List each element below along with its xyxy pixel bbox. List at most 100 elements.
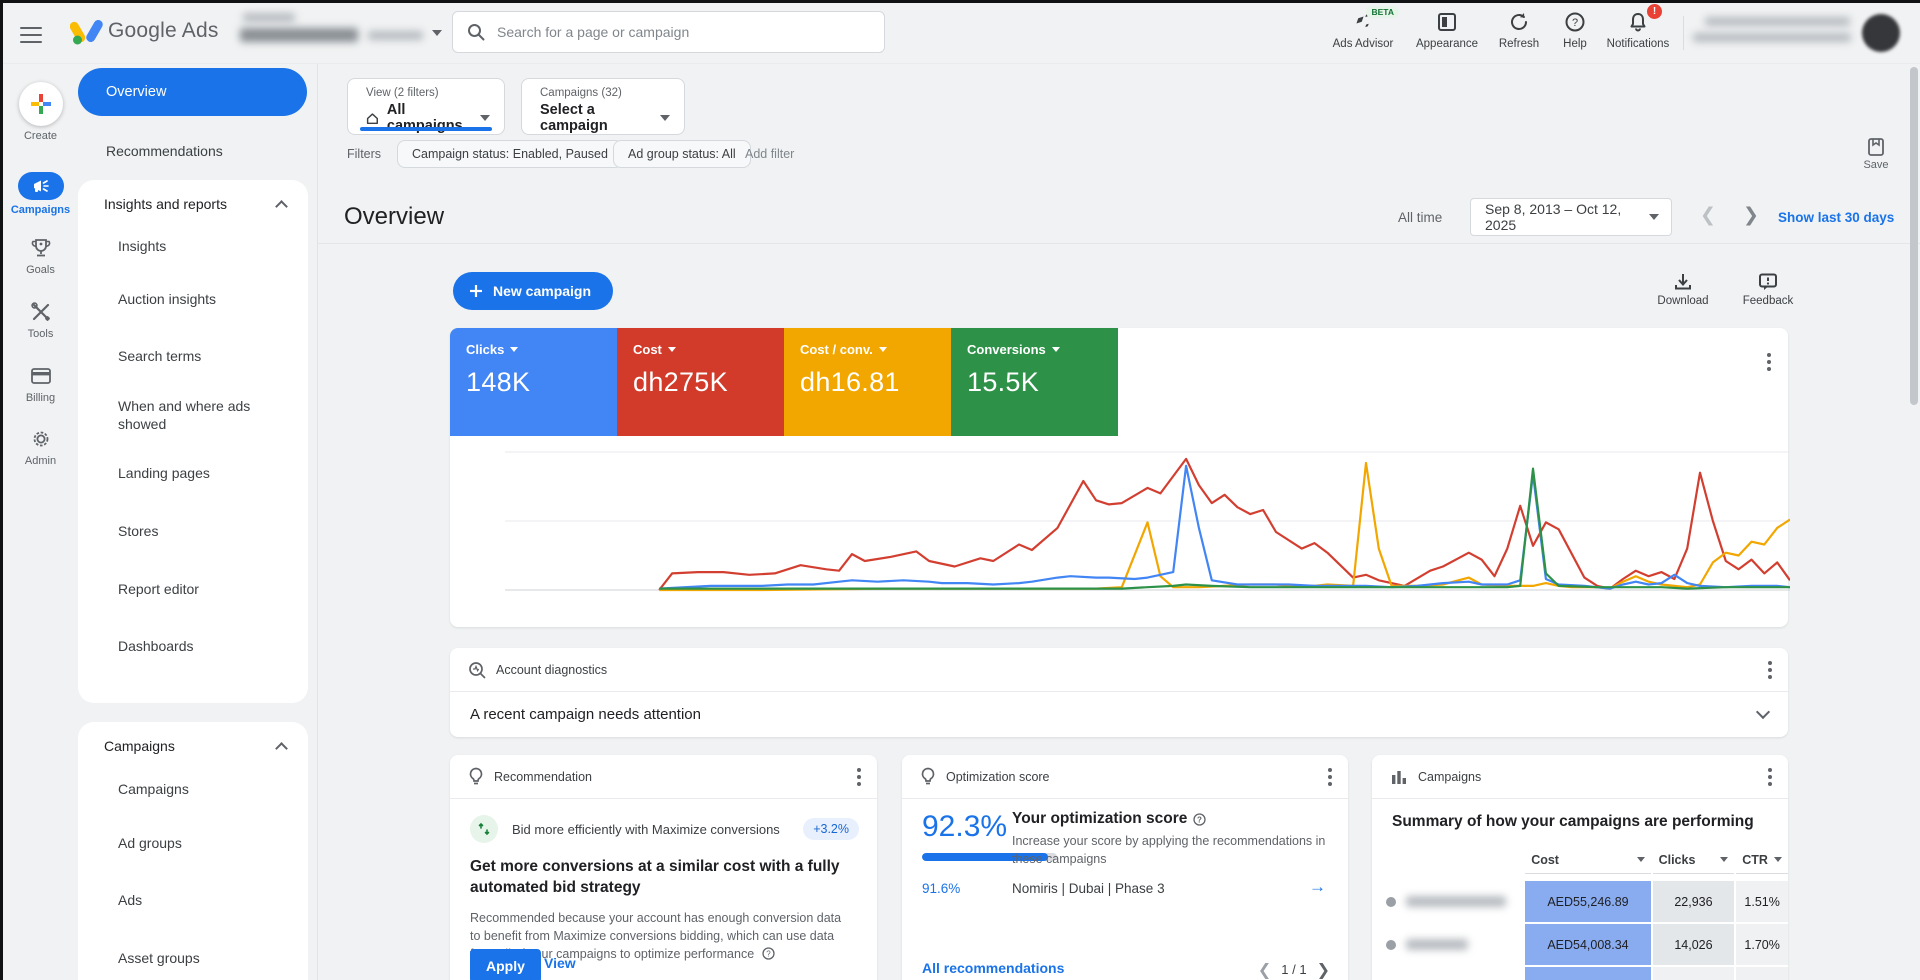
- campaign-select-dropdown[interactable]: Campaigns (32) Select a campaign: [521, 78, 685, 135]
- campaigns-pill[interactable]: [18, 172, 64, 200]
- all-recommendations-link[interactable]: All recommendations: [922, 960, 1064, 976]
- sidebar-item-auction-insights[interactable]: Auction insights: [78, 270, 308, 328]
- scorecard-conversions[interactable]: Conversions 15.5K: [951, 328, 1118, 436]
- scorecard-strip: Clicks 148K Cost dh275K Cost / conv. dh1…: [450, 328, 1118, 436]
- column-header-cost[interactable]: Cost: [1525, 853, 1650, 874]
- rail-item-tools[interactable]: Tools: [3, 300, 78, 340]
- recommendation-kebab-icon[interactable]: [857, 765, 861, 789]
- sidebar-group-insights-header[interactable]: Insights and reports: [78, 180, 308, 222]
- save-button[interactable]: Save: [1850, 137, 1902, 171]
- date-prev-button[interactable]: ❮: [1700, 204, 1716, 226]
- scorecard-cost-per-conv[interactable]: Cost / conv. dh16.81: [784, 328, 951, 436]
- ads-advisor-button[interactable]: BETA Ads Advisor: [1325, 10, 1401, 50]
- pager: ❮ 1 / 1 ❯: [1258, 960, 1330, 979]
- apply-button[interactable]: Apply: [470, 949, 541, 980]
- page-title: Overview: [344, 203, 444, 231]
- avatar[interactable]: [1862, 14, 1900, 52]
- account-name-blurred[interactable]: [240, 28, 358, 42]
- diagnostics-kebab-icon[interactable]: [1768, 658, 1772, 682]
- download-button[interactable]: Download: [1648, 272, 1718, 307]
- window-border-left: [0, 0, 3, 980]
- page-prev-icon[interactable]: ❮: [1258, 960, 1271, 979]
- chart-menu-kebab-icon[interactable]: [1767, 350, 1771, 374]
- filter-chip-campaign-status[interactable]: Campaign status: Enabled, Paused: [397, 140, 623, 168]
- optimization-title: Optimization score: [946, 770, 1328, 784]
- scorecard-cost[interactable]: Cost dh275K: [617, 328, 784, 436]
- sidebar-item-asset-groups[interactable]: Asset groups: [78, 929, 308, 980]
- sidebar-item-campaigns[interactable]: Campaigns: [78, 764, 308, 814]
- rail-item-billing[interactable]: Billing: [3, 364, 78, 404]
- scorecard-clicks[interactable]: Clicks 148K: [450, 328, 617, 436]
- hamburger-menu-icon[interactable]: [20, 22, 42, 40]
- rail-item-campaigns[interactable]: Campaigns: [3, 172, 78, 216]
- recommendation-item-row[interactable]: Bid more efficiently with Maximize conve…: [450, 799, 877, 843]
- feedback-button[interactable]: Feedback: [1733, 272, 1803, 307]
- megaphone-icon: [32, 178, 50, 194]
- optimization-score-card: Optimization score 92.3% Your optimizati…: [902, 755, 1348, 980]
- column-header-ctr[interactable]: CTR: [1736, 853, 1788, 874]
- sidebar-item-recommendations[interactable]: Recommendations: [78, 134, 307, 168]
- sidebar-group-campaigns-header[interactable]: Campaigns: [78, 722, 308, 764]
- breadcrumb-blurred: [243, 13, 295, 22]
- trophy-icon: [31, 237, 51, 259]
- add-filter-button[interactable]: Add filter: [745, 147, 794, 161]
- search-input[interactable]: [497, 24, 870, 40]
- view-dropdown[interactable]: View (2 filters) All campaigns: [347, 78, 505, 135]
- dropdown-caret-icon: [480, 115, 490, 121]
- diagnostics-alert-row[interactable]: A recent campaign needs attention: [450, 692, 1788, 736]
- account-diagnostics-card: Account diagnostics A recent campaign ne…: [450, 648, 1788, 737]
- rail-item-admin[interactable]: Admin: [3, 427, 78, 467]
- table-row[interactable]: AED54,008.34 14,026 1.70%: [1372, 924, 1788, 965]
- sidebar-item-search-terms[interactable]: Search terms: [78, 328, 308, 385]
- view-button[interactable]: View: [544, 955, 576, 971]
- global-search[interactable]: [452, 11, 885, 53]
- sidebar-item-ad-groups[interactable]: Ad groups: [78, 814, 308, 872]
- campaign-score: 91.6%: [922, 881, 960, 896]
- sidebar-item-landing-pages[interactable]: Landing pages: [78, 445, 308, 502]
- sidebar-item-dashboards[interactable]: Dashboards: [78, 618, 308, 674]
- sidebar-group-insights: Insights and reports Insights Auction in…: [78, 180, 308, 703]
- bell-icon: [1627, 11, 1649, 33]
- metric-caret-icon: [510, 347, 518, 352]
- date-next-button[interactable]: ❯: [1743, 204, 1759, 226]
- uplift-badge: +3.2%: [803, 818, 859, 840]
- sidebar-item-insights[interactable]: Insights: [78, 222, 308, 270]
- show-last-30-days-link[interactable]: Show last 30 days: [1778, 210, 1894, 225]
- diagnostics-icon: [468, 661, 486, 679]
- overview-chart: [505, 444, 1790, 604]
- sidebar-item-overview[interactable]: Overview: [78, 68, 307, 116]
- overview-nav-label: Overview: [106, 84, 166, 100]
- sidebar-item-report-editor[interactable]: Report editor: [78, 560, 308, 618]
- sidebar-item-stores[interactable]: Stores: [78, 502, 308, 560]
- sidebar-item-when-and-where[interactable]: When and where ads showed: [78, 385, 308, 445]
- filter-chip-ad-group-status[interactable]: Ad group status: All: [613, 140, 751, 168]
- credit-card-icon: [30, 367, 52, 385]
- column-header-clicks[interactable]: Clicks: [1653, 853, 1735, 874]
- create-button[interactable]: [19, 82, 63, 126]
- date-range-picker[interactable]: Sep 8, 2013 – Oct 12, 2025: [1470, 198, 1672, 236]
- new-campaign-button[interactable]: New campaign: [453, 272, 613, 310]
- account-switcher-caret-icon[interactable]: [432, 30, 442, 36]
- performance-chart-card: Clicks 148K Cost dh275K Cost / conv. dh1…: [450, 328, 1788, 627]
- page-scrollbar-thumb[interactable]: [1910, 67, 1918, 405]
- goals-label: Goals: [3, 264, 78, 276]
- campaigns-kebab-icon[interactable]: [1768, 765, 1772, 789]
- content-divider: [317, 64, 318, 980]
- table-row[interactable]: AED55,246.89 22,936 1.51%: [1372, 881, 1788, 922]
- series-cost-conv-: [659, 463, 1790, 590]
- svg-text:?: ?: [1572, 17, 1578, 29]
- appearance-button[interactable]: Appearance: [1409, 10, 1485, 50]
- header-divider: [318, 243, 1920, 244]
- rail-item-create[interactable]: Create: [3, 82, 78, 142]
- appearance-icon: [1436, 11, 1458, 33]
- create-label: Create: [3, 130, 78, 142]
- series-cost: [659, 459, 1790, 590]
- page-next-icon[interactable]: ❯: [1317, 960, 1330, 979]
- optimization-kebab-icon[interactable]: [1328, 765, 1332, 789]
- search-icon: [467, 23, 485, 41]
- notifications-button[interactable]: ! Notifications: [1600, 10, 1676, 50]
- arrow-right-icon[interactable]: →: [1309, 877, 1326, 897]
- google-ads-logo-icon: [70, 15, 104, 47]
- rail-item-goals[interactable]: Goals: [3, 236, 78, 276]
- sidebar-item-ads[interactable]: Ads: [78, 872, 308, 929]
